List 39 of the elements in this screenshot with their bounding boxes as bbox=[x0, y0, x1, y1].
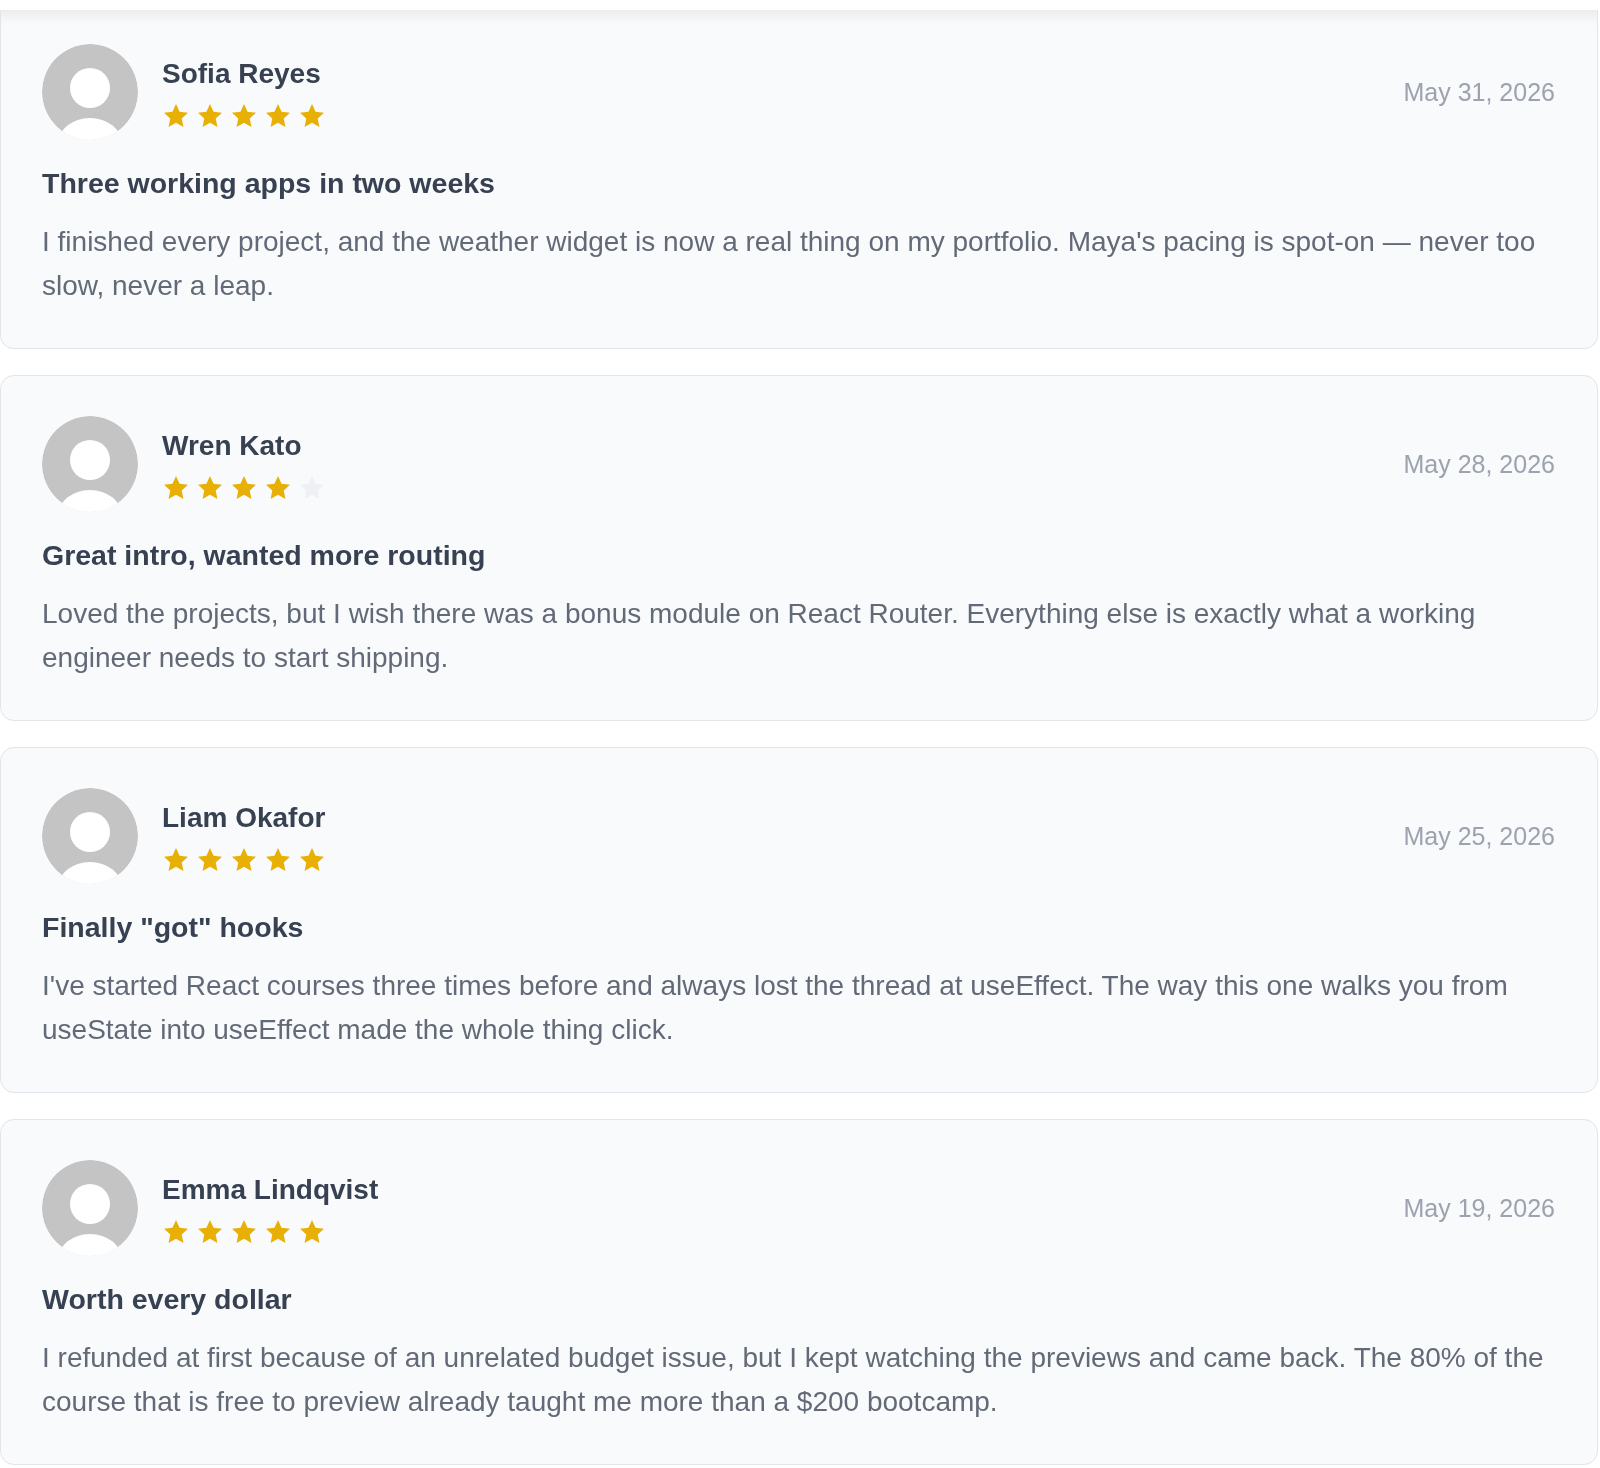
star-icon bbox=[198, 103, 222, 127]
star-icon bbox=[300, 1219, 324, 1243]
review-title: Great intro, wanted more routing bbox=[42, 538, 487, 573]
review-text: Loved the projects, but I wish there was a bonus module on React Router. Everything else is exactly what a working engineer needs to start shipping. bbox=[42, 597, 1477, 675]
reviewer-name: Sofia Reyes bbox=[162, 57, 322, 90]
review-title: Three working apps in two weeks bbox=[42, 166, 496, 201]
reviewer-name: Emma Lindqvist bbox=[162, 1173, 379, 1206]
review-date: May 25, 2026 bbox=[1403, 821, 1555, 852]
review-text: I refunded at first because of an unrelated budget issue, but I kept watching the previews and came back. The 80% of the course that is free to preview already taught me more than a $200 bootcamp. bbox=[42, 1341, 1545, 1419]
avatar-icon bbox=[42, 44, 138, 140]
star-icon bbox=[198, 1219, 222, 1243]
reviewer-name: Wren Kato bbox=[162, 429, 303, 462]
star-icon bbox=[266, 1219, 290, 1243]
star-icon bbox=[164, 103, 188, 127]
star-icon bbox=[266, 847, 290, 871]
star-icon bbox=[266, 103, 290, 127]
review-text: I finished every project, and the weather widget is now a real thing on my portfolio. Maya's pacing is spot-on — never too slow, never a leap. bbox=[42, 225, 1537, 303]
avatar-icon bbox=[42, 416, 138, 512]
reviewer-name: Liam Okafor bbox=[162, 801, 326, 834]
star-icon bbox=[300, 847, 324, 871]
star-icon bbox=[232, 475, 256, 499]
star-icon bbox=[300, 103, 324, 127]
star-icon bbox=[232, 103, 256, 127]
review-text: I've started React courses three times before and always lost the thread at useEffect. The way this one walks you from useState into useEffect made the whole thing click. bbox=[42, 969, 1509, 1047]
star-icon bbox=[232, 847, 256, 871]
review-title: Finally "got" hooks bbox=[42, 910, 305, 945]
star-icon bbox=[164, 475, 188, 499]
star-icon bbox=[232, 1219, 256, 1243]
star-icon bbox=[266, 475, 290, 499]
star-icon bbox=[164, 1219, 188, 1243]
star-icon bbox=[198, 475, 222, 499]
review-date: May 19, 2026 bbox=[1403, 1193, 1555, 1224]
review-date: May 31, 2026 bbox=[1403, 77, 1555, 108]
star-icon bbox=[198, 847, 222, 871]
review-title: Worth every dollar bbox=[42, 1282, 293, 1317]
avatar-icon bbox=[42, 788, 138, 884]
star-icon bbox=[164, 847, 188, 871]
avatar-icon bbox=[42, 1160, 138, 1256]
review-date: May 28, 2026 bbox=[1403, 449, 1555, 480]
